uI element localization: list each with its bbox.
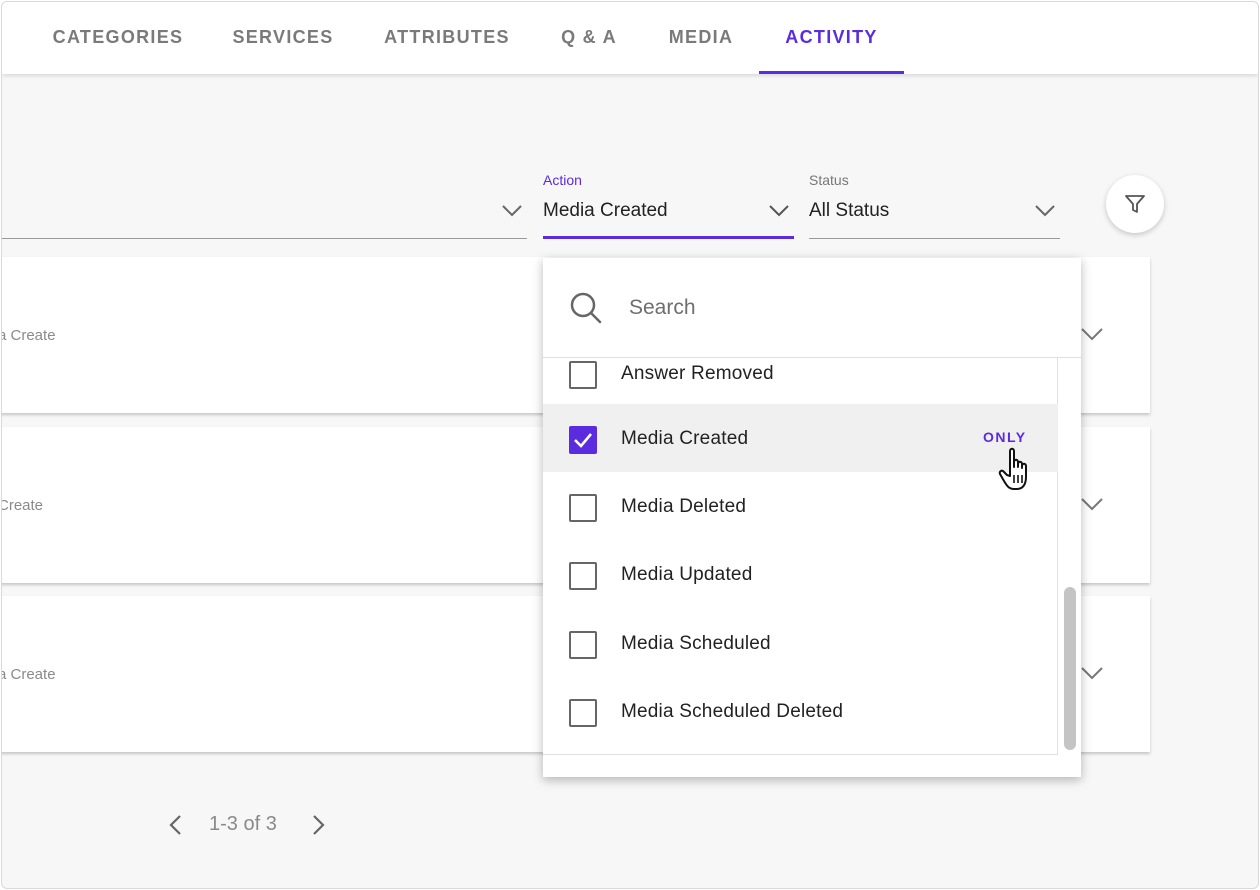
action-value: Media Created <box>543 200 668 221</box>
action-underline <box>543 236 794 239</box>
dropdown-option[interactable]: Media Deleted <box>543 472 1058 540</box>
chevron-left-icon[interactable] <box>168 814 184 836</box>
option-label: Media Scheduled Deleted <box>621 701 844 722</box>
chevron-down-icon[interactable] <box>1080 327 1104 342</box>
tab-activity[interactable]: ACTIVITY <box>759 2 904 74</box>
dropdown-scrollbar[interactable] <box>1064 587 1076 750</box>
status-label: Status <box>809 172 849 188</box>
checkbox[interactable] <box>569 361 597 389</box>
card-description: a Create <box>1 327 56 344</box>
dropdown-option-selected[interactable]: Media Created ONLY <box>543 404 1058 472</box>
dropdown-option[interactable]: Media Scheduled <box>543 609 1058 677</box>
option-label: Media Created <box>621 428 749 449</box>
divider <box>543 754 1058 755</box>
dropdown-search-input[interactable] <box>629 288 1029 328</box>
card-description: a Create <box>1 666 56 683</box>
only-link[interactable]: ONLY <box>983 429 1027 445</box>
option-label: Answer Removed <box>621 363 774 384</box>
pagination-label: 1-3 of 3 <box>209 813 277 835</box>
status-select[interactable]: Status All Status <box>809 172 1060 239</box>
tab-services[interactable]: SERVICES <box>231 2 335 74</box>
chevron-down-icon <box>502 205 522 217</box>
tab-qa[interactable]: Q & A <box>558 2 620 74</box>
checkbox[interactable] <box>569 631 597 659</box>
field-underline <box>2 238 527 239</box>
option-label: Media Deleted <box>621 496 747 517</box>
checkbox[interactable] <box>569 562 597 590</box>
tab-attributes[interactable]: ATTRIBUTES <box>382 2 512 74</box>
search-icon <box>570 292 602 324</box>
tab-categories[interactable]: CATEGORIES <box>51 2 185 74</box>
app-frame: CATEGORIES SERVICES ATTRIBUTES Q & A MED… <box>1 1 1259 889</box>
status-value: All Status <box>809 200 890 221</box>
card-description: Create <box>1 497 44 514</box>
dropdown-option[interactable]: Answer Removed <box>543 339 1058 407</box>
chevron-down-icon[interactable] <box>1080 666 1104 681</box>
dropdown-options-list: Answer Removed Media Created ONLY Media … <box>543 358 1058 754</box>
check-icon <box>574 433 592 448</box>
chevron-down-icon <box>1035 205 1055 217</box>
search-type-field[interactable] <box>2 172 527 239</box>
checkbox-checked[interactable] <box>569 426 597 454</box>
chevron-right-icon[interactable] <box>310 814 326 836</box>
chevron-down-icon <box>769 205 789 217</box>
chevron-down-icon[interactable] <box>1080 497 1104 512</box>
tab-media[interactable]: MEDIA <box>665 2 737 74</box>
action-select[interactable]: Action Media Created <box>543 172 794 239</box>
checkbox[interactable] <box>569 494 597 522</box>
dropdown-option[interactable]: Media Scheduled Deleted <box>543 677 1058 745</box>
option-label: Media Scheduled <box>621 633 771 654</box>
checkbox[interactable] <box>569 699 597 727</box>
action-label: Action <box>543 172 582 188</box>
status-underline <box>809 238 1060 239</box>
option-label: Media Updated <box>621 564 753 585</box>
filter-icon <box>1125 195 1145 213</box>
tab-bar: CATEGORIES SERVICES ATTRIBUTES Q & A MED… <box>2 2 1258 74</box>
dropdown-option[interactable]: Media Updated <box>543 540 1058 608</box>
hand-pointer-icon <box>998 447 1027 490</box>
filter-button[interactable] <box>1106 175 1164 233</box>
action-dropdown-menu: Answer Removed Media Created ONLY Media … <box>543 258 1081 777</box>
